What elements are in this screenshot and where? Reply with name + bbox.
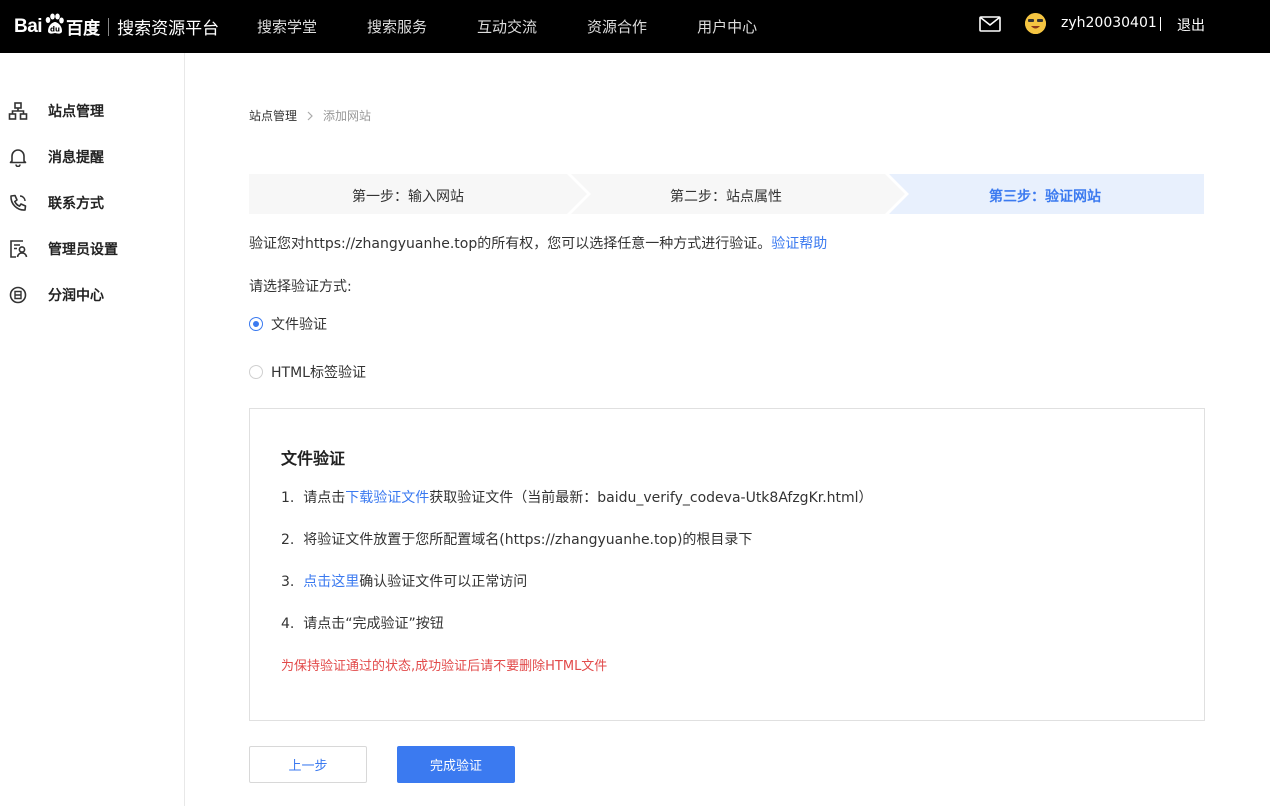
revenue-icon [9,286,27,304]
verification-help-link[interactable]: 验证帮助 [771,236,827,252]
sidebar-item-revenue-center[interactable]: 分润中心 [0,277,184,313]
step-1-prefix: 1. 请点击 [281,490,346,506]
intro-text: 验证您对https://zhangyuanhe.top的所有权，您可以选择任意一… [249,236,772,252]
download-verify-file-link[interactable]: 下载验证文件 [345,490,429,506]
step-3-active: 第三步：验证网站 [989,189,1101,205]
nav-item-partnership[interactable]: 资源合作 [587,16,647,37]
sidebar-item-notifications[interactable]: 消息提醒 [0,139,184,175]
top-bar: Bai du 百度 搜索资源平台 搜索学堂 搜索服务 互动交流 资源合作 用户中… [0,0,1270,53]
sidebar-item-site-management[interactable]: 站点管理 [0,93,184,129]
sidebar-item-label: 分润中心 [48,288,104,304]
previous-step-button[interactable]: 上一步 [249,746,367,783]
step-3-prefix: 3. [281,574,304,590]
method-html-tag-option[interactable]: HTML标签验证 [249,362,366,382]
sidebar-item-contact[interactable]: 联系方式 [0,185,184,221]
logout-button[interactable]: 退出 [1177,15,1205,35]
breadcrumb-current: 添加网站 [323,109,372,123]
breadcrumb-home[interactable]: 站点管理 [249,107,297,124]
sidebar-item-label: 消息提醒 [48,150,104,166]
header-divider [1160,17,1161,31]
svg-text:du: du [50,25,60,33]
instruction-step-2: 2. 将验证文件放置于您所配置域名(https://zhangyuanhe.to… [281,532,753,548]
main-nav: 搜索学堂 搜索服务 互动交流 资源合作 用户中心 [257,0,807,53]
avatar-face-icon [1025,13,1046,34]
instruction-step-4: 4. 请点击“完成验证”按钮 [281,616,444,632]
nav-item-services[interactable]: 搜索服务 [367,16,427,37]
method-html-tag-radio[interactable] [249,365,263,379]
admin-icon [10,240,28,258]
paw-logo-icon: du [45,13,64,34]
breadcrumb: 站点管理 添加网站 [249,107,371,124]
phone-icon [10,194,27,211]
sidebar-item-label: 联系方式 [48,196,104,212]
baidu-logo[interactable]: Bai du 百度 搜索资源平台 [14,0,219,53]
method-file-option[interactable]: 文件验证 [249,314,327,334]
logo-text-bai: Bai [14,15,43,37]
step-1: 第一步：输入网站 [352,189,464,205]
method-file-radio[interactable] [249,317,263,331]
step-2: 第二步：站点属性 [670,189,782,205]
sidebar-item-label: 站点管理 [48,104,104,120]
logo-text-baidu: 百度 [66,19,101,39]
nav-item-community[interactable]: 互动交流 [477,16,537,37]
step-3-suffix: 确认验证文件可以正常访问 [359,574,528,590]
sidebar: 站点管理 消息提醒 联系方式 管理员设置 分润中心 [0,53,185,806]
sidebar-item-label: 管理员设置 [48,242,118,258]
instruction-step-3: 3. 点击这里确认验证文件可以正常访问 [281,571,527,591]
panel-title: 文件验证 [281,449,346,468]
platform-name: 搜索资源平台 [117,19,220,39]
sitemap-icon [8,102,28,120]
mail-icon[interactable] [979,16,1001,32]
username[interactable]: zyh20030401 [1061,15,1157,31]
warning-text: 为保持验证通过的状态,成功验证后请不要删除HTML文件 [281,659,608,674]
instruction-step-1: 1. 请点击下载验证文件获取验证文件（当前最新：baidu_verify_cod… [281,487,873,507]
complete-verification-button[interactable]: 完成验证 [397,746,515,783]
chevron-right-icon [307,111,313,120]
check-access-link[interactable]: 点击这里 [303,574,359,590]
sidebar-item-admin-settings[interactable]: 管理员设置 [0,231,184,267]
step-1-suffix: 获取验证文件（当前最新：baidu_verify_codeva-Utk8Afzg… [429,490,873,506]
step-indicator: 第一步：输入网站 第二步：站点属性 第三步：验证网站 [249,174,1204,214]
verification-intro: 验证您对https://zhangyuanhe.top的所有权，您可以选择任意一… [249,233,827,253]
file-verification-panel: 文件验证 1. 请点击下载验证文件获取验证文件（当前最新：baidu_verif… [249,408,1205,721]
logo-divider [108,17,110,36]
avatar[interactable] [1025,13,1046,34]
method-html-tag-label: HTML标签验证 [271,365,366,381]
method-file-label: 文件验证 [271,317,327,333]
nav-item-user-center[interactable]: 用户中心 [697,16,757,37]
choose-method-label: 请选择验证方式: [249,279,352,295]
bell-icon [9,149,27,167]
nav-item-academy[interactable]: 搜索学堂 [257,16,317,37]
